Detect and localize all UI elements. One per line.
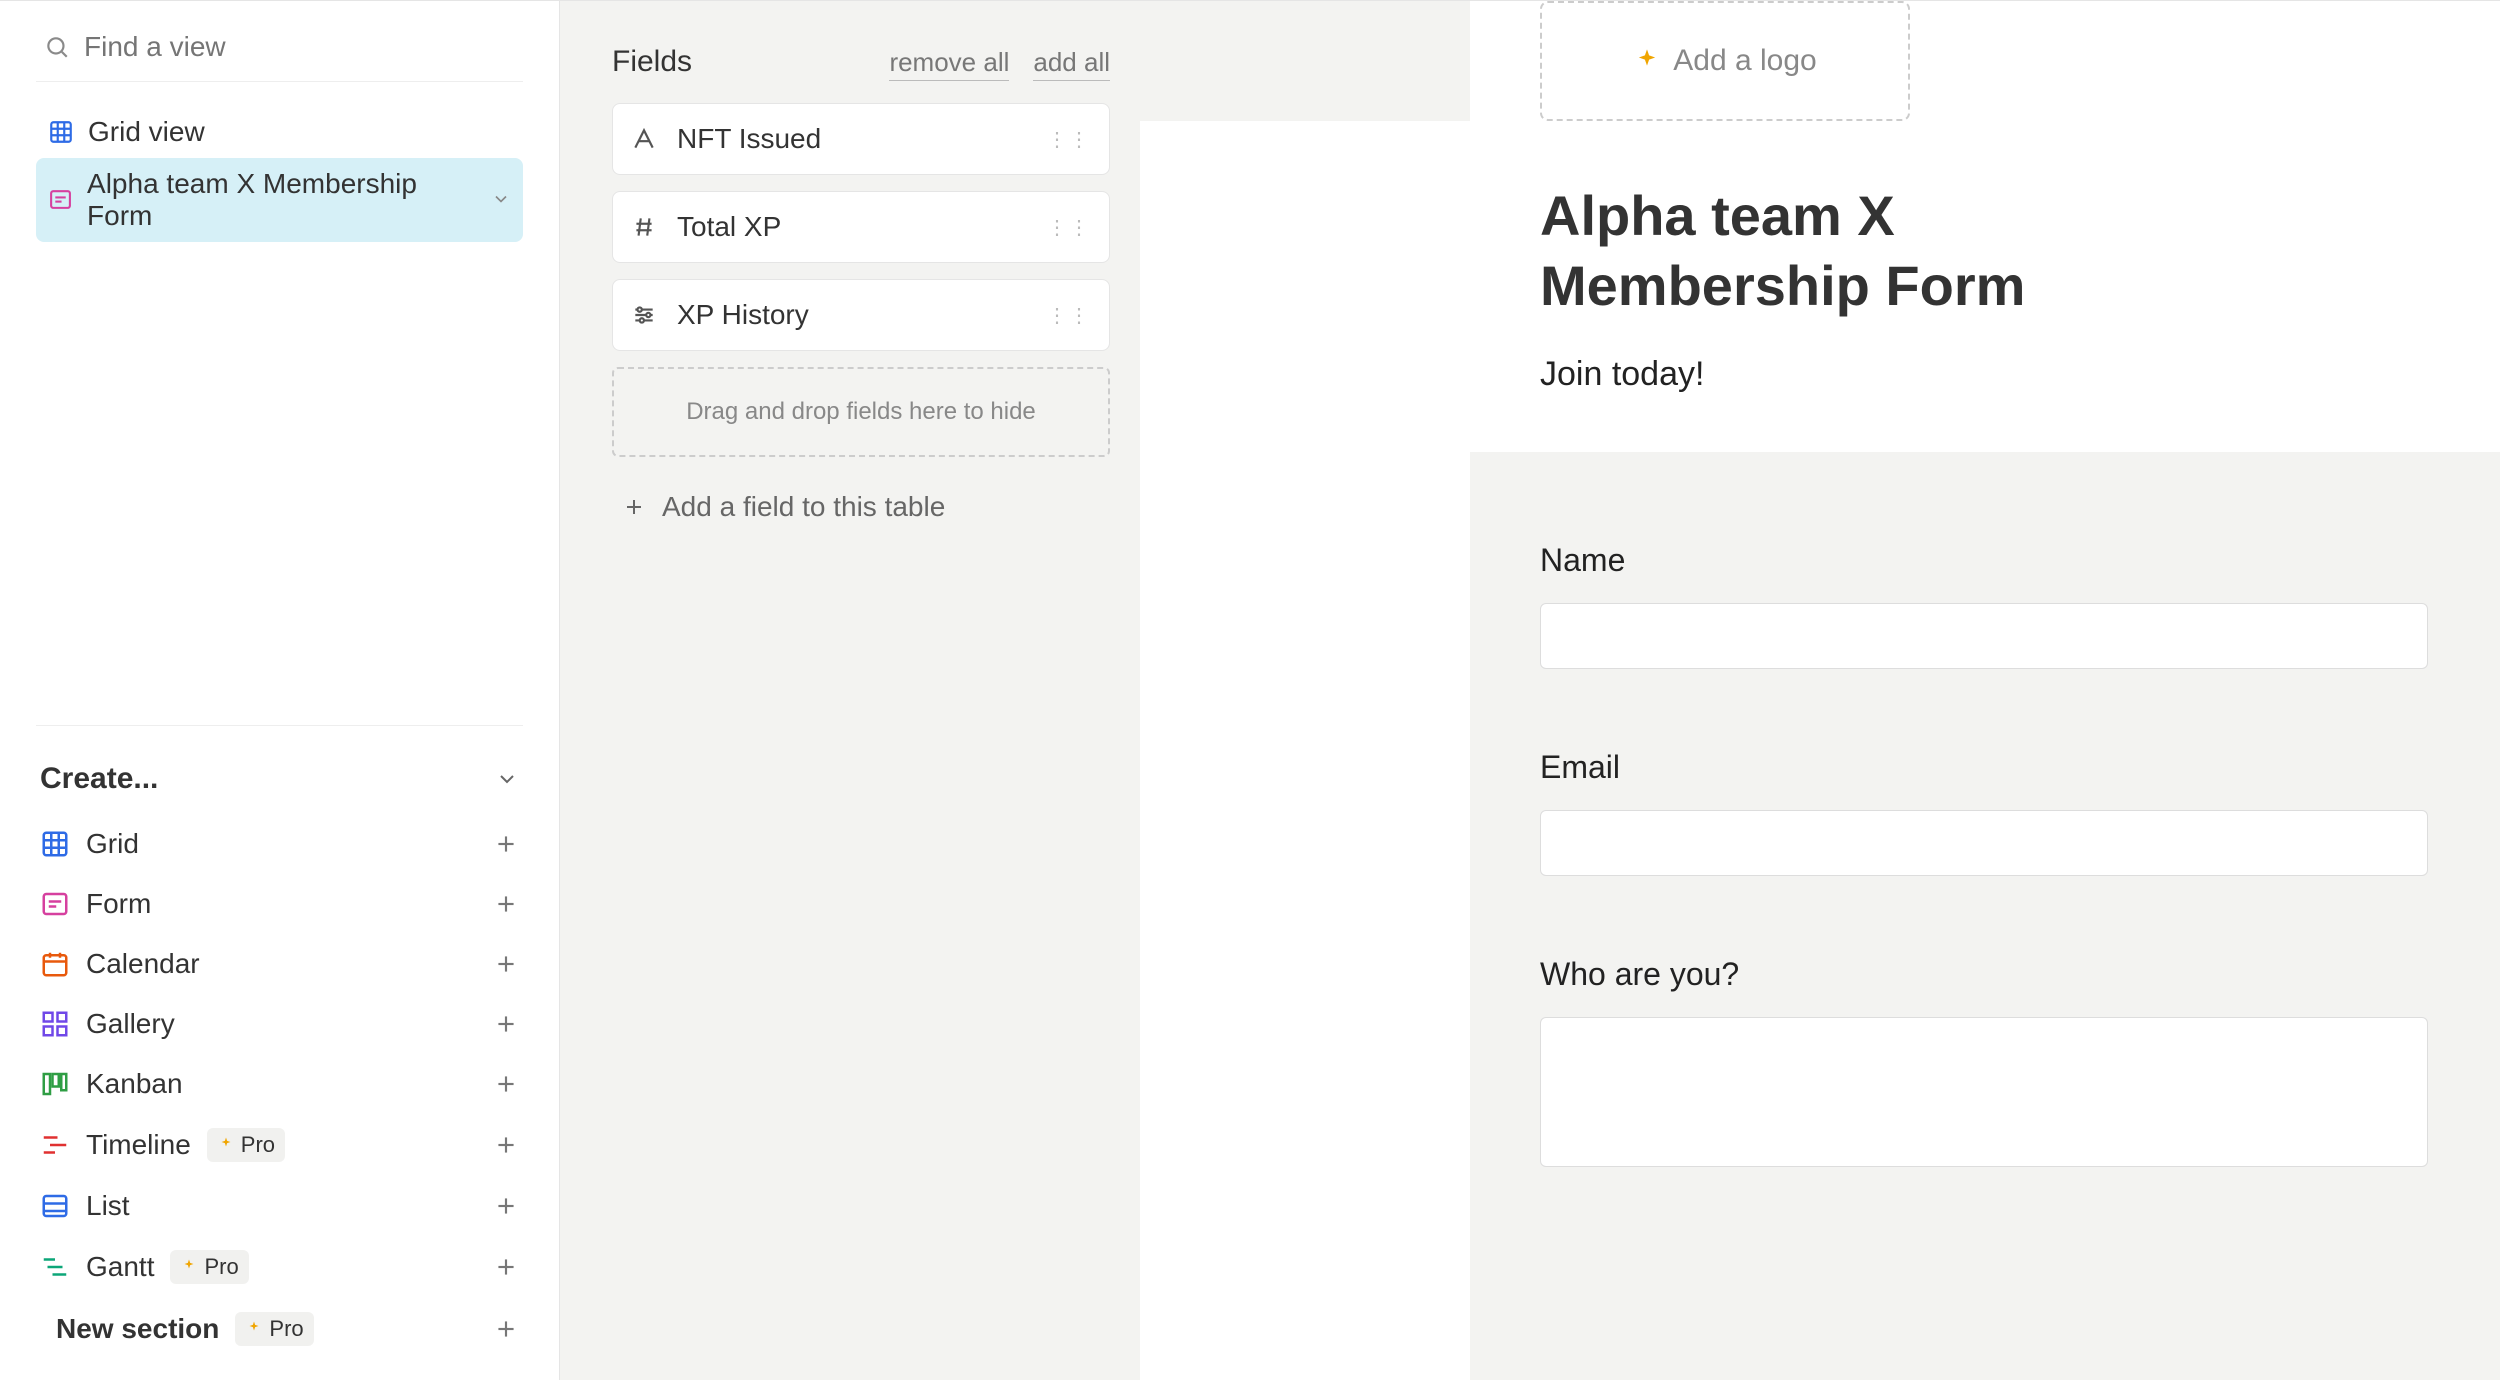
hide-fields-dropzone[interactable]: Drag and drop fields here to hide <box>612 367 1110 457</box>
kanban-icon <box>40 1069 70 1099</box>
create-item-calendar[interactable]: Calendar <box>36 934 523 994</box>
create-section: Create... Grid Form Calendar Gallery <box>36 725 523 1360</box>
timeline-icon <box>40 1130 70 1160</box>
drag-handle-icon[interactable]: ⋮⋮ <box>1047 303 1091 328</box>
form-icon <box>40 889 70 919</box>
field-card-xp-history[interactable]: XP History ⋮⋮ <box>612 279 1110 351</box>
sparkle-icon <box>180 1258 198 1276</box>
create-item-timeline[interactable]: Timeline Pro <box>36 1114 523 1176</box>
form-body: Name Email Who are you? <box>1470 452 2500 1380</box>
pro-label: Pro <box>204 1254 238 1280</box>
drag-handle-icon[interactable]: ⋮⋮ <box>1047 215 1091 240</box>
view-item-form[interactable]: Alpha team X Membership Form <box>36 158 523 242</box>
chevron-down-icon <box>495 767 519 791</box>
form-title[interactable]: Alpha team X Membership Form <box>1540 181 2040 321</box>
create-item-label: Timeline <box>86 1129 191 1161</box>
form-question-who: Who are you? <box>1540 956 2430 1172</box>
fields-title: Fields <box>612 45 692 79</box>
create-item-gantt[interactable]: Gantt Pro <box>36 1236 523 1298</box>
preview-gutter <box>1140 1 1470 1380</box>
field-label: NFT Issued <box>677 123 821 155</box>
plus-icon <box>622 495 646 519</box>
plus-icon <box>493 831 519 857</box>
drag-handle-icon[interactable]: ⋮⋮ <box>1047 127 1091 152</box>
text-field-icon <box>631 126 657 152</box>
pro-badge: Pro <box>235 1312 313 1346</box>
who-are-you-input[interactable] <box>1540 1017 2428 1167</box>
list-icon <box>40 1191 70 1221</box>
form-icon <box>48 187 73 213</box>
question-label: Email <box>1540 749 2430 786</box>
pro-label: Pro <box>269 1316 303 1342</box>
pro-label: Pro <box>241 1132 275 1158</box>
sparkle-icon <box>217 1136 235 1154</box>
view-item-grid[interactable]: Grid view <box>36 106 523 158</box>
field-card-total-xp[interactable]: Total XP ⋮⋮ <box>612 191 1110 263</box>
create-item-label: List <box>86 1190 130 1222</box>
chevron-down-icon <box>491 184 511 216</box>
form-preview: Add a logo Alpha team X Membership Form … <box>1470 1 2500 1380</box>
create-item-label: Gantt <box>86 1251 154 1283</box>
fields-panel: Fields remove all add all NFT Issued ⋮⋮ … <box>560 1 1140 1380</box>
form-question-name: Name <box>1540 542 2430 669</box>
pro-badge: Pro <box>170 1250 248 1284</box>
question-label: Name <box>1540 542 2430 579</box>
remove-all-link[interactable]: remove all <box>889 47 1009 81</box>
add-field-button[interactable]: Add a field to this table <box>612 491 1110 523</box>
sparkle-icon <box>1633 47 1661 75</box>
create-item-gallery[interactable]: Gallery <box>36 994 523 1054</box>
name-input[interactable] <box>1540 603 2428 669</box>
plus-icon <box>493 1011 519 1037</box>
field-label: Total XP <box>677 211 781 243</box>
plus-icon <box>493 1071 519 1097</box>
plus-icon <box>493 1254 519 1280</box>
view-search[interactable] <box>36 21 523 82</box>
plus-icon <box>493 1316 519 1342</box>
calendar-icon <box>40 949 70 979</box>
gallery-icon <box>40 1009 70 1039</box>
create-item-list[interactable]: List <box>36 1176 523 1236</box>
views-sidebar: Grid view Alpha team X Membership Form C… <box>0 1 560 1380</box>
create-item-label: Grid <box>86 828 139 860</box>
views-list: Grid view Alpha team X Membership Form <box>36 106 523 242</box>
create-item-form[interactable]: Form <box>36 874 523 934</box>
field-label: XP History <box>677 299 809 331</box>
view-search-input[interactable] <box>84 31 515 63</box>
field-card-nft-issued[interactable]: NFT Issued ⋮⋮ <box>612 103 1110 175</box>
add-logo-dropzone[interactable]: Add a logo <box>1540 1 1910 121</box>
number-field-icon <box>631 214 657 240</box>
form-subtitle[interactable]: Join today! <box>1540 355 2430 394</box>
email-input[interactable] <box>1540 810 2428 876</box>
gantt-icon <box>40 1252 70 1282</box>
plus-icon <box>493 891 519 917</box>
create-item-grid[interactable]: Grid <box>36 814 523 874</box>
create-item-label: Form <box>86 888 151 920</box>
add-logo-label: Add a logo <box>1673 44 1816 78</box>
plus-icon <box>493 951 519 977</box>
sparkle-icon <box>245 1320 263 1338</box>
plus-icon <box>493 1193 519 1219</box>
create-header[interactable]: Create... <box>36 756 523 814</box>
create-header-label: Create... <box>40 762 158 796</box>
add-field-label: Add a field to this table <box>662 491 945 523</box>
form-question-email: Email <box>1540 749 2430 876</box>
plus-icon <box>493 1132 519 1158</box>
pro-badge: Pro <box>207 1128 285 1162</box>
create-item-label: Kanban <box>86 1068 183 1100</box>
view-item-label: Alpha team X Membership Form <box>87 168 475 232</box>
view-item-label: Grid view <box>88 116 205 148</box>
add-all-link[interactable]: add all <box>1033 47 1110 81</box>
create-item-label: New section <box>56 1313 219 1345</box>
grid-icon <box>40 829 70 859</box>
create-item-label: Gallery <box>86 1008 175 1040</box>
grid-icon <box>48 119 74 145</box>
search-icon <box>44 34 70 60</box>
create-item-label: Calendar <box>86 948 200 980</box>
settings-field-icon <box>631 302 657 328</box>
create-item-kanban[interactable]: Kanban <box>36 1054 523 1114</box>
question-label: Who are you? <box>1540 956 2430 993</box>
create-item-new-section[interactable]: New section Pro <box>36 1298 523 1360</box>
